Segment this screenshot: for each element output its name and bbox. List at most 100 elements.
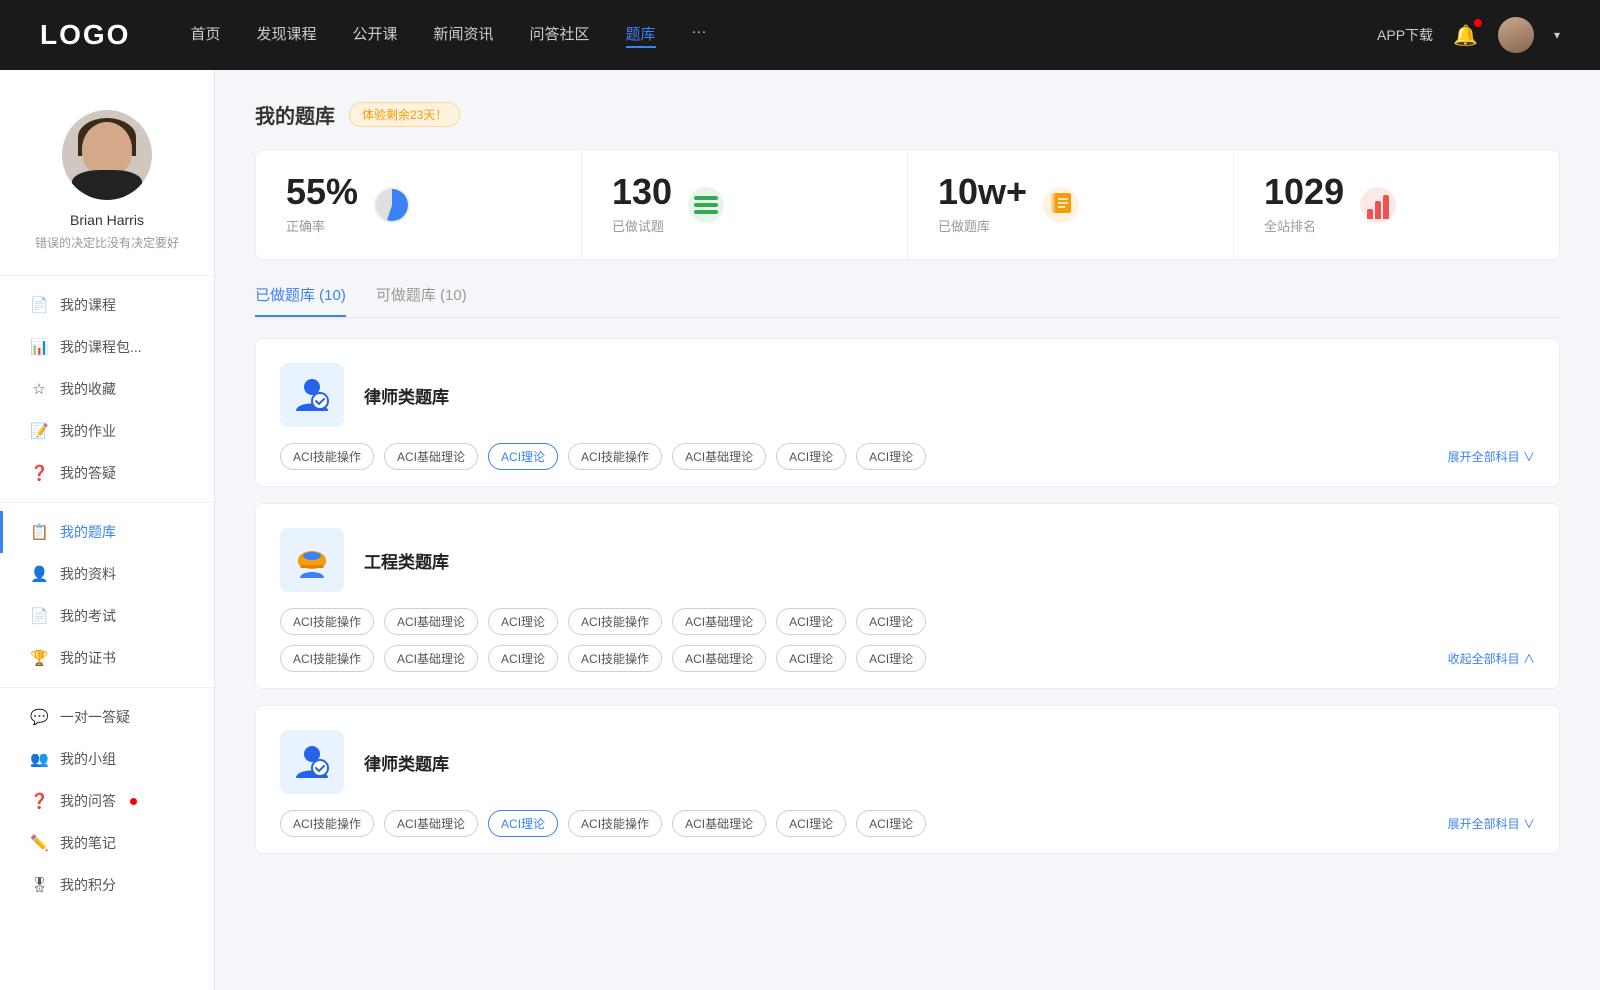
tag-2a-6[interactable]: ACI理论 [856,608,926,635]
tags-row-3: ACI技能操作 ACI基础理论 ACI理论 ACI技能操作 ACI基础理论 AC… [280,810,1535,837]
nav-news[interactable]: 新闻资讯 [434,23,494,48]
tag-3-4[interactable]: ACI基础理论 [672,810,766,837]
avatar-head [82,122,132,177]
sidebar-item-label: 我的问答 [60,791,116,811]
questions-label: 已做试题 [612,216,672,235]
expand-link-1[interactable]: 展开全部科目 ∨ [1448,448,1535,465]
sidebar-item-favorites[interactable]: ☆ 我的收藏 [0,368,214,410]
quiz-bank-card-lawyer-1: 律师类题库 ACI技能操作 ACI基础理论 ACI理论 ACI技能操作 ACI基… [255,338,1560,487]
sidebar-item-group[interactable]: 👥 我的小组 [0,738,214,780]
tag-1-1[interactable]: ACI基础理论 [384,443,478,470]
lawyer-icon-wrap [280,363,344,427]
tag-2b-1[interactable]: ACI基础理论 [384,645,478,672]
stat-rank: 1029 全站排名 [1234,150,1559,259]
sidebar-item-my-qa[interactable]: ❓ 我的问答 [0,780,214,822]
tag-3-2[interactable]: ACI理论 [488,810,558,837]
app-download-link[interactable]: APP下载 [1377,25,1433,45]
favorites-icon: ☆ [30,380,48,398]
tag-3-5[interactable]: ACI理论 [776,810,846,837]
tag-1-5[interactable]: ACI理论 [776,443,846,470]
tag-1-3[interactable]: ACI技能操作 [568,443,662,470]
accuracy-icon [374,187,410,223]
tag-3-6[interactable]: ACI理论 [856,810,926,837]
points-icon: 🎖 [30,876,48,894]
sidebar-item-certificate[interactable]: 🏆 我的证书 [0,637,214,679]
user-avatar[interactable] [1498,17,1534,53]
quiz-bank-card-engineer: 工程类题库 ACI技能操作 ACI基础理论 ACI理论 ACI技能操作 ACI基… [255,503,1560,689]
course-icon: 📄 [30,296,48,314]
nav-qa[interactable]: 问答社区 [530,23,590,48]
sidebar-item-profile[interactable]: 👤 我的资料 [0,553,214,595]
certificate-icon: 🏆 [30,649,48,667]
tag-2b-3[interactable]: ACI技能操作 [568,645,662,672]
sidebar-item-label: 我的课程包... [60,337,142,357]
banks-value: 10w+ [938,174,1027,210]
notification-bell[interactable]: 🔔 [1453,23,1478,48]
sidebar-item-qa[interactable]: ❓ 我的答疑 [0,452,214,494]
notes-icon: ✏️ [30,834,48,852]
quiz-bank-header-3: 律师类题库 [280,730,1535,794]
quiz-bank-title-2: 工程类题库 [364,548,449,573]
sidebar-tagline: 错误的决定比没有决定要好 [35,234,179,251]
accuracy-value: 55% [286,174,358,210]
tag-2a-3[interactable]: ACI技能操作 [568,608,662,635]
sidebar-divider-3 [0,687,214,688]
nav-quiz[interactable]: 题库 [626,23,656,48]
sidebar-item-course[interactable]: 📄 我的课程 [0,284,214,326]
pie-chart-icon [376,189,408,221]
trial-badge: 体验剩余23天！ [349,102,460,127]
sidebar-item-points[interactable]: 🎖 我的积分 [0,864,214,906]
course-pkg-icon: 📊 [30,338,48,356]
stats-row: 55% 正确率 130 已做试题 [255,149,1560,260]
sidebar-item-quiz-bank[interactable]: 📋 我的题库 [0,511,214,553]
tag-2a-0[interactable]: ACI技能操作 [280,608,374,635]
expand-link-3[interactable]: 展开全部科目 ∨ [1448,815,1535,832]
tag-3-1[interactable]: ACI基础理论 [384,810,478,837]
nav-open-course[interactable]: 公开课 [352,23,397,48]
tag-1-4[interactable]: ACI基础理论 [672,443,766,470]
tag-2b-0[interactable]: ACI技能操作 [280,645,374,672]
bar-chart-icon [1367,191,1389,219]
sidebar-item-course-pkg[interactable]: 📊 我的课程包... [0,326,214,368]
collapse-link-2[interactable]: 收起全部科目 ∧ [1448,650,1535,667]
tag-2a-2[interactable]: ACI理论 [488,608,558,635]
nav-more[interactable]: ··· [692,23,707,48]
engineer-svg-icon [290,538,334,582]
navbar-right: APP下载 🔔 ▾ [1377,17,1560,53]
tag-2a-4[interactable]: ACI基础理论 [672,608,766,635]
navbar: LOGO 首页 发现课程 公开课 新闻资讯 问答社区 题库 ··· APP下载 … [0,0,1600,70]
sidebar-item-notes[interactable]: ✏️ 我的笔记 [0,822,214,864]
navbar-links: 首页 发现课程 公开课 新闻资讯 问答社区 题库 ··· [190,23,1377,48]
sidebar-item-1on1[interactable]: 💬 一对一答疑 [0,696,214,738]
tag-3-3[interactable]: ACI技能操作 [568,810,662,837]
tab-done[interactable]: 已做题库 (10) [255,284,346,317]
tag-2a-5[interactable]: ACI理论 [776,608,846,635]
doc-icon [1047,191,1075,219]
questions-value: 130 [612,174,672,210]
tag-2b-2[interactable]: ACI理论 [488,645,558,672]
tag-2b-6[interactable]: ACI理论 [856,645,926,672]
sidebar-item-exam[interactable]: 📄 我的考试 [0,595,214,637]
tag-3-0[interactable]: ACI技能操作 [280,810,374,837]
nav-home[interactable]: 首页 [190,23,220,48]
quiz-bank-title-1: 律师类题库 [364,383,449,408]
quiz-bank-card-lawyer-2: 律师类题库 ACI技能操作 ACI基础理论 ACI理论 ACI技能操作 ACI基… [255,705,1560,854]
tag-1-0[interactable]: ACI技能操作 [280,443,374,470]
tag-1-2[interactable]: ACI理论 [488,443,558,470]
tag-1-6[interactable]: ACI理论 [856,443,926,470]
my-qa-icon: ❓ [30,792,48,810]
sidebar: Brian Harris 错误的决定比没有决定要好 📄 我的课程 📊 我的课程包… [0,70,215,990]
tag-2a-1[interactable]: ACI基础理论 [384,608,478,635]
exam-icon: 📄 [30,607,48,625]
list-icon [694,196,718,214]
avatar-dropdown-arrow[interactable]: ▾ [1554,28,1560,42]
sidebar-item-homework[interactable]: 📝 我的作业 [0,410,214,452]
notification-badge [1474,19,1482,27]
sidebar-item-label: 我的笔记 [60,833,116,853]
tag-2b-5[interactable]: ACI理论 [776,645,846,672]
tag-2b-4[interactable]: ACI基础理论 [672,645,766,672]
nav-discover[interactable]: 发现课程 [256,23,316,48]
sidebar-avatar [62,110,152,200]
tab-available[interactable]: 可做题库 (10) [376,284,467,317]
lawyer-svg-icon [290,373,334,417]
